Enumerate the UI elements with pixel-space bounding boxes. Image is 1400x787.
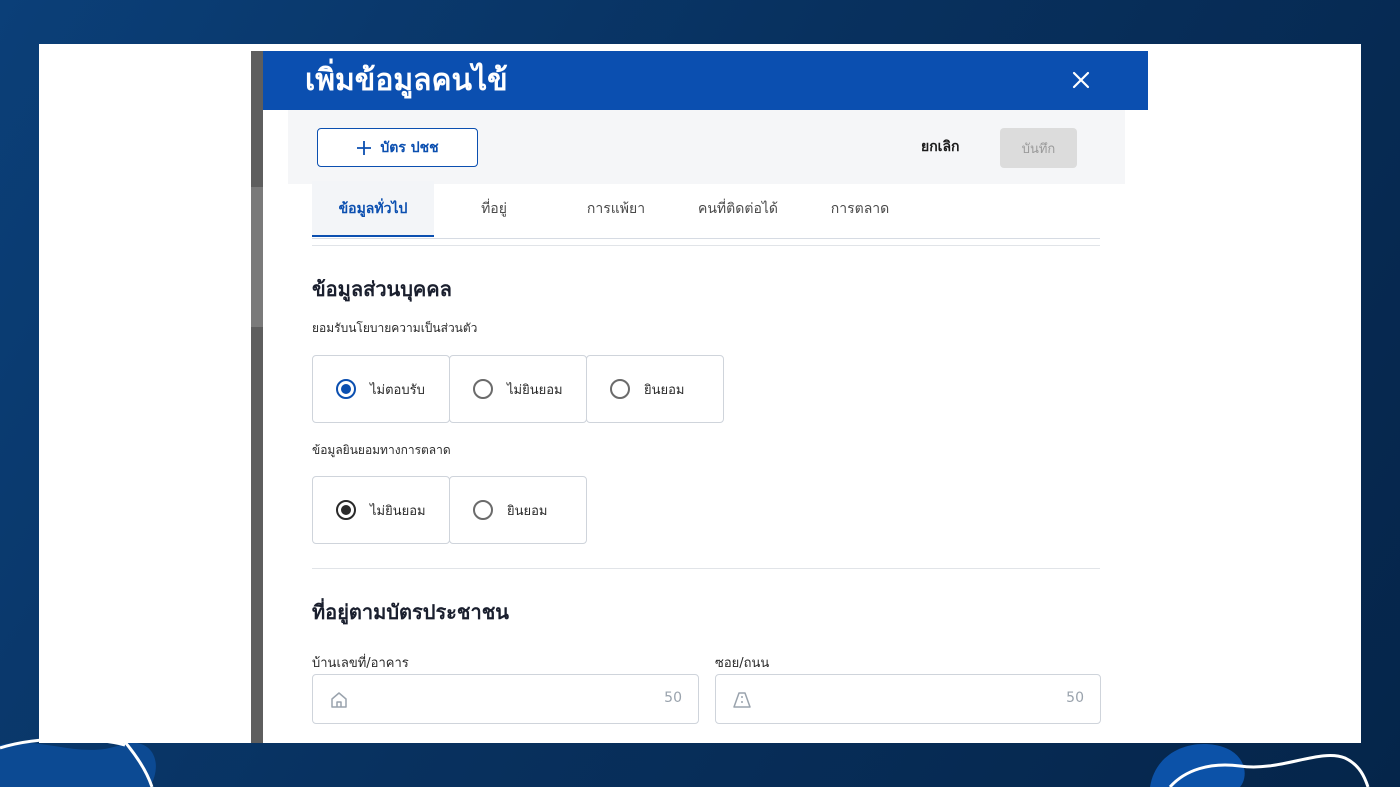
radio-unchecked-icon xyxy=(610,379,630,399)
backdrop-strip xyxy=(251,51,263,743)
tab-allergy[interactable]: การแพ้ยา xyxy=(570,181,662,237)
house-number-input[interactable]: 50 xyxy=(312,674,699,724)
road-icon xyxy=(733,692,751,708)
house-number-counter: 50 xyxy=(664,690,682,706)
add-id-card-button[interactable]: บัตร ปชช xyxy=(317,128,478,167)
privacy-option-no-response[interactable]: ไม่ตอบรับ xyxy=(312,355,450,423)
modal-toolbar: บัตร ปชช ยกเลิก บันทึก xyxy=(288,110,1125,184)
radio-label: ยินยอม xyxy=(644,382,685,398)
address-section-title: ที่อยู่ตามบัตรประชาชน xyxy=(312,600,509,624)
plus-icon xyxy=(357,140,372,155)
radio-label: ยินยอม xyxy=(507,503,548,519)
close-button[interactable] xyxy=(1064,63,1098,97)
privacy-policy-label: ยอมรับนโยบายความเป็นส่วนตัว xyxy=(312,321,478,335)
add-id-card-label: บัตร ปชช xyxy=(380,139,439,156)
street-label: ซอย/ถนน xyxy=(715,656,770,671)
privacy-radio-group: ไม่ตอบรับ ไม่ยินยอม ยินยอม xyxy=(312,355,724,423)
tab-marketing[interactable]: การตลาด xyxy=(814,181,906,237)
close-icon xyxy=(1072,71,1090,89)
personal-section-title: ข้อมูลส่วนบุคคล xyxy=(312,277,452,301)
radio-label: ไม่ยินยอม xyxy=(370,503,426,519)
radio-checked-icon xyxy=(336,379,356,399)
radio-unchecked-icon xyxy=(473,500,493,520)
tab-bar: ข้อมูลทั่วไป ที่อยู่ การแพ้ยา คนที่ติดต่… xyxy=(312,181,1100,239)
marketing-consent-label: ข้อมูลยินยอมทางการตลาด xyxy=(312,443,451,457)
cancel-button[interactable]: ยกเลิก xyxy=(921,128,960,167)
radio-label: ไม่ยินยอม xyxy=(507,382,563,398)
street-input[interactable]: 50 xyxy=(715,674,1101,724)
tab-general[interactable]: ข้อมูลทั่วไป xyxy=(312,181,434,237)
street-counter: 50 xyxy=(1066,690,1084,706)
save-button[interactable]: บันทึก xyxy=(1000,128,1077,168)
home-icon xyxy=(331,692,347,708)
house-number-label: บ้านเลขที่/อาคาร xyxy=(312,656,409,671)
radio-label: ไม่ตอบรับ xyxy=(370,382,425,398)
privacy-option-accept[interactable]: ยินยอม xyxy=(586,355,724,423)
radio-unchecked-icon xyxy=(473,379,493,399)
section-divider xyxy=(312,568,1100,569)
radio-checked-icon xyxy=(336,500,356,520)
tabs-divider xyxy=(312,245,1100,246)
modal-title: เพิ่มข้อมูลคนไข้ xyxy=(305,63,508,98)
tab-contacts[interactable]: คนที่ติดต่อได้ xyxy=(692,181,784,237)
modal-header: เพิ่มข้อมูลคนไข้ xyxy=(263,51,1148,110)
marketing-radio-group: ไม่ยินยอม ยินยอม xyxy=(312,476,587,544)
marketing-option-decline[interactable]: ไม่ยินยอม xyxy=(312,476,450,544)
screenshot-card: เพิ่มข้อมูลคนไข้ บัตร ปชช ยกเลิก บันทึก … xyxy=(39,44,1361,743)
add-patient-modal: เพิ่มข้อมูลคนไข้ บัตร ปชช ยกเลิก บันทึก … xyxy=(263,51,1148,743)
privacy-option-decline[interactable]: ไม่ยินยอม xyxy=(449,355,587,423)
marketing-option-accept[interactable]: ยินยอม xyxy=(449,476,587,544)
tab-address[interactable]: ที่อยู่ xyxy=(448,181,540,237)
